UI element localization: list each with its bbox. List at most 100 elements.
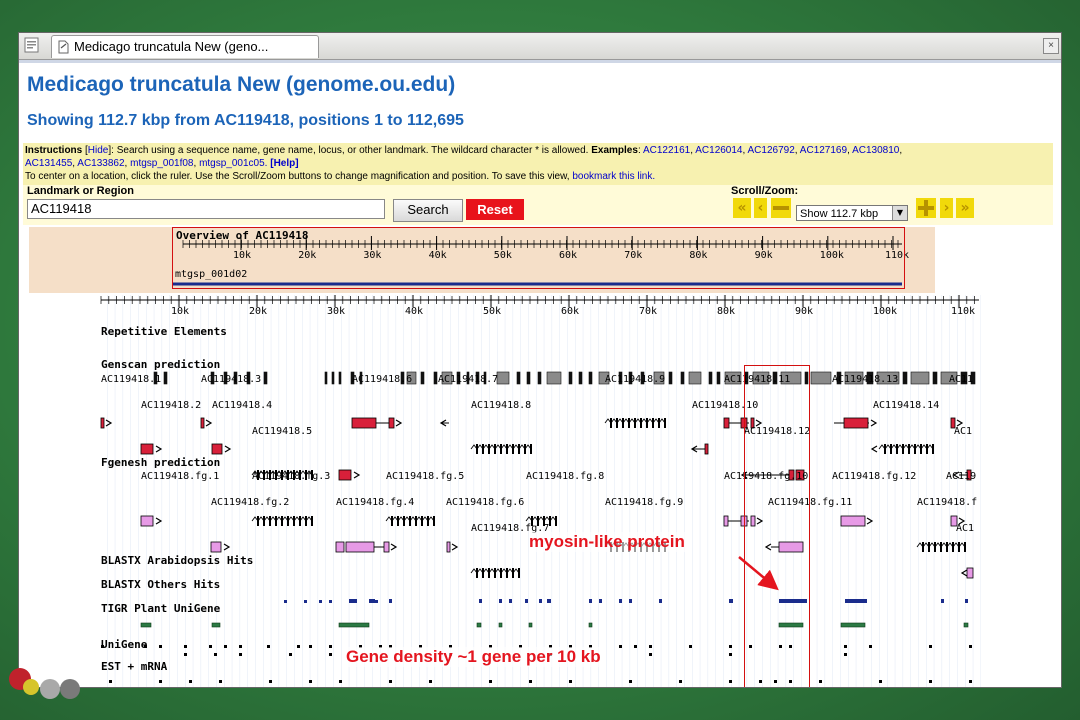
est-hit[interactable] — [879, 680, 882, 683]
blastx-arabidopsis-hit[interactable] — [589, 599, 592, 603]
exon[interactable] — [140, 443, 154, 455]
gene-label[interactable]: AC119418.3 — [201, 374, 261, 385]
zoom-in-icon[interactable] — [916, 198, 936, 218]
exon[interactable] — [335, 541, 345, 553]
scroll-left-far-icon[interactable]: « — [733, 198, 751, 218]
gene-label[interactable]: AC119418.fg.5 — [386, 471, 464, 482]
tigr-unigene-hit[interactable] — [224, 645, 227, 648]
est-hit[interactable] — [109, 680, 112, 683]
est-hit[interactable] — [729, 680, 732, 683]
tigr-unigene-hit[interactable] — [869, 645, 872, 648]
scroll-right-far-icon[interactable]: » — [956, 198, 974, 218]
est-hit[interactable] — [429, 680, 432, 683]
blastx-arabidopsis-hit[interactable] — [599, 599, 602, 603]
scroll-right-icon[interactable]: › — [940, 198, 953, 218]
blastx-others-hit[interactable] — [840, 622, 866, 628]
blastx-arabidopsis-hit[interactable] — [941, 599, 944, 603]
gene-label[interactable]: AC119418.2 — [141, 400, 201, 411]
blastx-arabidopsis-hit[interactable] — [304, 600, 307, 603]
reset-button[interactable]: Reset — [466, 199, 524, 220]
gene-label[interactable]: AC119418.f — [917, 497, 977, 508]
gene-label[interactable]: AC119418.4 — [212, 400, 272, 411]
est-hit[interactable] — [929, 680, 932, 683]
tigr-unigene-hit[interactable] — [649, 653, 652, 656]
exon[interactable] — [704, 443, 709, 455]
est-hit[interactable] — [219, 680, 222, 683]
tab-medicago[interactable]: Medicago truncatula New (geno... — [51, 35, 319, 58]
gene-label[interactable]: AC119418.7 — [438, 374, 498, 385]
blastx-arabidopsis-hit[interactable] — [659, 599, 662, 603]
bookmark-link[interactable]: bookmark this link. — [572, 171, 655, 182]
example-link[interactable]: mtgsp_001c05. — [199, 158, 267, 169]
landmark-input[interactable]: AC119418 — [27, 199, 385, 219]
blastx-arabidopsis-hit[interactable] — [629, 599, 632, 603]
tigr-unigene-hit[interactable] — [209, 645, 212, 648]
exon[interactable] — [433, 516, 435, 526]
blastx-arabidopsis-hit[interactable] — [509, 599, 512, 603]
exon[interactable] — [518, 568, 520, 578]
tigr-unigene-hit[interactable] — [297, 645, 300, 648]
exon[interactable] — [664, 418, 666, 428]
gene-label[interactable]: AC119418.9 — [605, 374, 665, 385]
gene-label[interactable]: AC119418.fg.8 — [526, 471, 604, 482]
blastx-arabidopsis-hit[interactable] — [965, 599, 968, 603]
gene-label[interactable]: AC119418.fg.12 — [832, 471, 916, 482]
gene-label[interactable]: AC119418.5 — [252, 426, 312, 437]
exon[interactable] — [388, 417, 395, 429]
tigr-unigene-hit[interactable] — [844, 645, 847, 648]
blastx-arabidopsis-hit[interactable] — [539, 599, 542, 603]
gene-label[interactable]: AC119418.fg.3 — [252, 471, 330, 482]
exon[interactable] — [210, 541, 222, 553]
tigr-unigene-hit[interactable] — [634, 645, 637, 648]
exon[interactable] — [723, 515, 729, 527]
blastx-others-hit[interactable] — [476, 622, 482, 628]
example-link[interactable]: AC122161 — [643, 145, 690, 156]
tigr-unigene-hit[interactable] — [214, 653, 217, 656]
exon[interactable] — [140, 515, 154, 527]
est-hit[interactable] — [819, 680, 822, 683]
search-button[interactable]: Search — [393, 199, 463, 222]
exon[interactable] — [555, 516, 557, 526]
blastx-others-hit[interactable] — [498, 622, 503, 628]
gene-label[interactable]: AC1 — [956, 523, 974, 534]
est-hit[interactable] — [309, 680, 312, 683]
example-link[interactable]: AC126014 — [695, 145, 742, 156]
est-hit[interactable] — [569, 680, 572, 683]
exon[interactable] — [843, 417, 869, 429]
est-hit[interactable] — [189, 680, 192, 683]
gene-label[interactable]: AC119418.fg.2 — [211, 497, 289, 508]
tigr-unigene-hit[interactable] — [267, 645, 270, 648]
scroll-left-icon[interactable]: ‹ — [754, 198, 767, 218]
blastx-arabidopsis-hit[interactable] — [351, 600, 355, 603]
tigr-unigene-hit[interactable] — [159, 645, 162, 648]
tigr-unigene-hit[interactable] — [729, 653, 732, 656]
blastx-arabidopsis-hit[interactable] — [525, 599, 528, 603]
exon[interactable] — [530, 444, 532, 454]
tigr-unigene-hit[interactable] — [289, 653, 292, 656]
exon[interactable] — [932, 444, 934, 454]
est-hit[interactable] — [679, 680, 682, 683]
tigr-unigene-hit[interactable] — [239, 645, 242, 648]
blastx-others-hit[interactable] — [211, 622, 221, 628]
est-hit[interactable] — [389, 680, 392, 683]
blastx-arabidopsis-hit[interactable] — [619, 599, 622, 603]
gene-label[interactable]: AC1 — [954, 426, 972, 437]
gene-label[interactable]: AC119418.fg.9 — [605, 497, 683, 508]
exon[interactable] — [200, 417, 205, 429]
blastx-others-hit[interactable] — [338, 622, 370, 628]
tigr-unigene-hit[interactable] — [689, 645, 692, 648]
close-icon[interactable]: × — [1043, 38, 1059, 54]
exon[interactable] — [311, 516, 313, 526]
tigr-unigene-hit[interactable] — [969, 645, 972, 648]
blastx-others-hit[interactable] — [963, 622, 969, 628]
tigr-unigene-hit[interactable] — [929, 645, 932, 648]
gene-label[interactable]: AC11 — [949, 374, 973, 385]
blastx-others-hit[interactable] — [140, 622, 152, 628]
tigr-unigene-hit[interactable] — [309, 645, 312, 648]
blastx-arabidopsis-hit[interactable] — [329, 600, 332, 603]
est-hit[interactable] — [529, 680, 532, 683]
est-hit[interactable] — [629, 680, 632, 683]
est-hit[interactable] — [159, 680, 162, 683]
est-hit[interactable] — [339, 680, 342, 683]
exon[interactable] — [964, 542, 966, 552]
